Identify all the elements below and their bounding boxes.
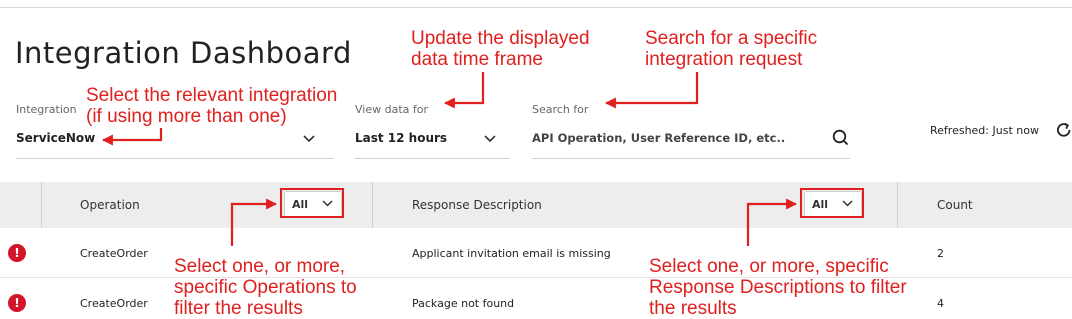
arrow-responses [746, 198, 798, 246]
annotation-arrows [101, 72, 798, 246]
arrow-integration [101, 128, 163, 146]
arrow-search [604, 72, 699, 109]
arrow-time-frame [443, 72, 485, 109]
arrow-operations [230, 198, 278, 246]
